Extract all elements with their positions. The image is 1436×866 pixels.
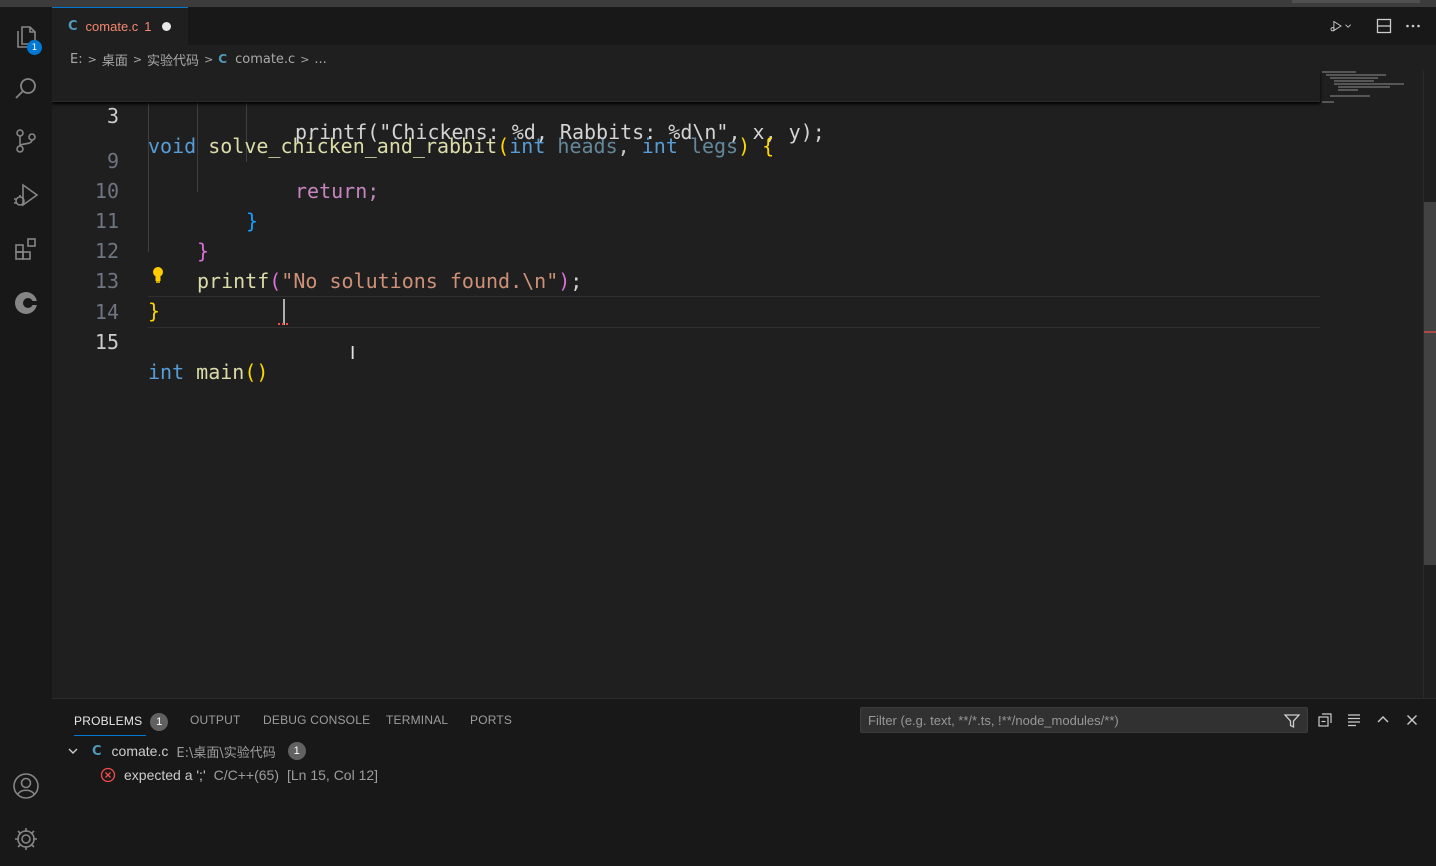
chevron-right-icon: > [132, 52, 143, 66]
tab-ports[interactable]: PORTS [470, 713, 512, 727]
breadcrumb-drive[interactable]: E: [70, 52, 83, 67]
run-debug-icon [14, 183, 39, 207]
problem-file-row[interactable]: C comate.c E:\桌面\实验代码 1 [66, 741, 306, 761]
collapse-all-icon [1318, 713, 1332, 727]
account-icon [13, 773, 39, 799]
gear-icon [15, 828, 37, 850]
maximize-panel-button[interactable] [1372, 709, 1394, 731]
editor-tab-bar: C comate.c 1 [52, 7, 1436, 45]
chevron-up-icon [1377, 716, 1389, 723]
title-bar-highlight [1292, 0, 1420, 3]
unsaved-dot-icon[interactable] [161, 22, 171, 31]
problems-count-badge: 1 [150, 713, 169, 731]
problem-file-name: comate.c [111, 743, 169, 759]
problem-location: [Ln 15, Col 12] [286, 767, 379, 783]
code-editor[interactable]: printf("Chickens: %d, Rabbits: %d\n", x,… [52, 71, 1436, 698]
split-editor-icon [1376, 18, 1392, 34]
accounts-button[interactable] [0, 762, 52, 810]
error-squiggle [278, 321, 288, 325]
chevron-right-icon: > [300, 52, 310, 66]
c-file-icon: C [68, 19, 78, 34]
close-icon [1407, 715, 1417, 725]
sticky-code: void solve_chicken_and_rabbit(int heads,… [148, 134, 775, 158]
c-file-icon: C [92, 743, 102, 759]
problems-filter-box [860, 707, 1308, 733]
active-tab-indicator [74, 735, 146, 736]
collapse-all-button[interactable] [1314, 709, 1336, 731]
code-line: 12 printf("No solutions found.\n"); [52, 206, 1320, 293]
chevron-right-icon: > [204, 52, 214, 66]
tab-comate-c[interactable]: C comate.c 1 [52, 7, 188, 45]
close-panel-button[interactable] [1401, 709, 1423, 731]
line-number: 15 [94, 330, 119, 354]
lightbulb-icon[interactable] [151, 266, 165, 284]
tab-problems[interactable]: PROBLEMS 1 [74, 713, 169, 731]
search-icon [15, 78, 36, 99]
breadcrumb-symbols[interactable]: ... [314, 52, 326, 67]
ellipsis-icon [1406, 24, 1420, 28]
code-line: 13 } [52, 236, 1320, 323]
bottom-panel: PROBLEMS 1 OUTPUT DEBUG CONSOLE TERMINAL … [52, 698, 1436, 866]
problem-message: expected a ';' [124, 767, 206, 783]
tab-output[interactable]: OUTPUT [190, 713, 241, 727]
more-actions-button[interactable] [1402, 15, 1424, 37]
problem-item[interactable]: expected a ';' C/C++(65) [Ln 15, Col 12] [100, 765, 378, 785]
search-button[interactable] [0, 65, 52, 113]
view-as-table-button[interactable] [1343, 709, 1365, 731]
vertical-scrollbar[interactable] [1423, 71, 1436, 698]
problems-filter-input[interactable] [868, 712, 1268, 729]
explorer-button[interactable]: 1 [0, 13, 52, 61]
problem-source: C/C++(65) [213, 767, 279, 783]
title-bar-strip [0, 0, 1436, 7]
manage-button[interactable] [0, 815, 52, 863]
tab-terminal[interactable]: TERMINAL [386, 713, 448, 727]
run-debug-button[interactable] [0, 171, 52, 219]
activity-bar: 1 [0, 7, 52, 866]
extensions-button[interactable] [0, 225, 52, 273]
code-line: 11 } [52, 176, 1320, 263]
chevron-down-icon [68, 748, 78, 754]
scrollbar-thumb[interactable] [1424, 202, 1436, 565]
c-file-icon: C [218, 52, 228, 66]
source-control-icon [16, 129, 36, 153]
line-number: 3 [106, 104, 119, 128]
sticky-scroll-header[interactable]: 3 void solve_chicken_and_rabbit(int head… [52, 71, 1320, 158]
code-line: 14 [52, 267, 1320, 324]
problem-file-path: E:\桌面\实验代码 [176, 745, 276, 761]
explorer-badge: 1 [27, 40, 42, 55]
filter-icon[interactable] [1283, 712, 1301, 730]
split-editor-button[interactable] [1373, 15, 1395, 37]
tab-debug-console[interactable]: DEBUG CONSOLE [263, 713, 370, 727]
breadcrumb: E: > 桌面 > 实验代码 > C comate.c > ... [70, 48, 327, 70]
problem-file-count: 1 [287, 742, 306, 760]
run-debug-dropdown-icon [1330, 20, 1352, 32]
list-icon [1348, 714, 1360, 727]
breadcrumb-folder-code[interactable]: 实验代码 [147, 50, 199, 69]
extensions-icon [15, 238, 36, 260]
code-line-current: 15 int main() [52, 297, 1320, 384]
chevron-right-icon: > [87, 52, 97, 66]
code-main: int main() [148, 360, 269, 384]
tab-problems-label: PROBLEMS [74, 714, 143, 729]
error-icon [100, 767, 116, 783]
tab-problem-count: 1 [144, 19, 152, 34]
comate-button[interactable] [0, 279, 52, 327]
breadcrumb-file[interactable]: comate.c [235, 52, 295, 67]
breadcrumb-folder-desktop[interactable]: 桌面 [102, 50, 128, 69]
minimap[interactable] [1320, 71, 1422, 698]
scrollbar-error-marker [1424, 331, 1436, 333]
run-button[interactable] [1330, 15, 1352, 37]
mouse-ibeam-icon: I [350, 343, 356, 364]
source-control-button[interactable] [0, 117, 52, 165]
tab-filename: comate.c [85, 19, 139, 34]
comate-icon [15, 292, 38, 314]
